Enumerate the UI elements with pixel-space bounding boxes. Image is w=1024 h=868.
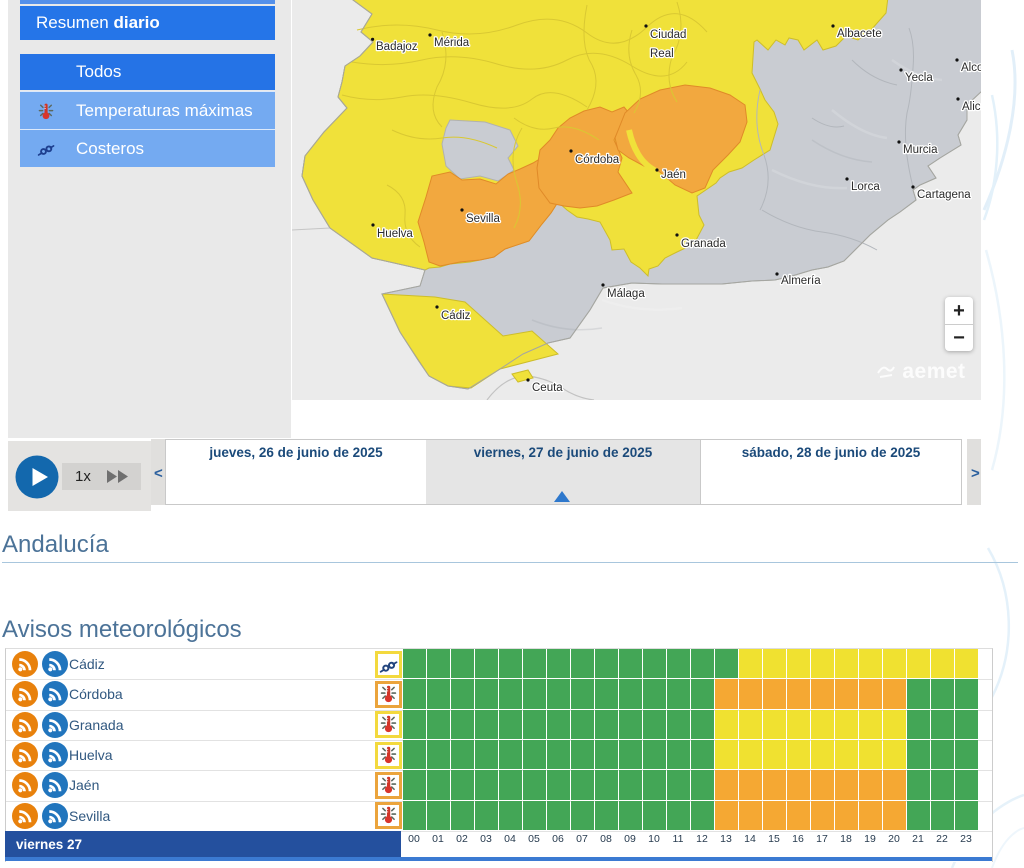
svg-text:Mérida: Mérida	[434, 37, 470, 49]
svg-text:Albacete: Albacete	[837, 28, 882, 40]
svg-text:Cádiz: Cádiz	[441, 310, 471, 322]
svg-text:Real: Real	[650, 48, 674, 60]
svg-text:Granada: Granada	[681, 238, 726, 250]
svg-text:Sevilla: Sevilla	[466, 213, 500, 225]
svg-text:Lorca: Lorca	[851, 181, 880, 193]
svg-text:Jaén: Jaén	[661, 169, 686, 181]
svg-text:Alcoy: Alcoy	[961, 62, 981, 74]
svg-text:Murcia: Murcia	[903, 144, 938, 156]
svg-text:Ciudad: Ciudad	[650, 29, 686, 41]
svg-text:Málaga: Málaga	[607, 288, 645, 300]
svg-text:Almería: Almería	[781, 275, 821, 287]
svg-text:Huelva: Huelva	[377, 228, 413, 240]
svg-text:Córdoba: Córdoba	[575, 154, 620, 166]
svg-text:Cartagena: Cartagena	[917, 189, 971, 201]
svg-text:Yecla: Yecla	[905, 72, 933, 84]
svg-text:Badajoz: Badajoz	[376, 41, 418, 53]
svg-text:Alicante: Alicante	[962, 101, 981, 113]
svg-text:Ceuta: Ceuta	[532, 382, 563, 394]
